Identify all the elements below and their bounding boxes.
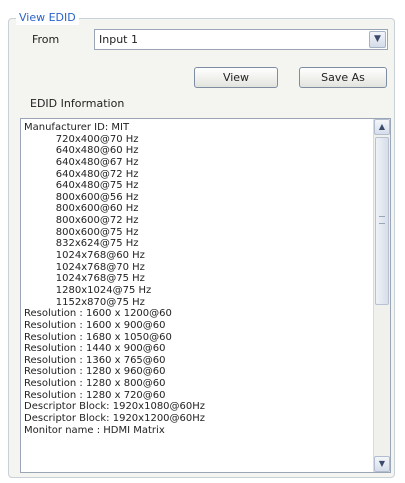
- edid-line: Resolution : 1600 x 1200@60: [24, 308, 172, 320]
- vertical-scrollbar[interactable]: ▲ ▼: [373, 119, 390, 472]
- edid-line: 1280x1024@75 Hz: [24, 284, 152, 296]
- edid-line: 800x600@60 Hz: [24, 203, 139, 215]
- save-as-button[interactable]: Save As: [299, 67, 387, 88]
- edid-line: 640x480@60 Hz: [24, 145, 139, 157]
- view-edid-window: { "group_title": "View EDID", "from": { …: [0, 0, 405, 483]
- edid-line: 640x480@75 Hz: [24, 180, 139, 192]
- grip-icon: [379, 216, 385, 224]
- edid-line: Resolution : 1280 x 720@60: [24, 389, 166, 401]
- chevron-down-icon[interactable]: ▼: [374, 456, 390, 472]
- edid-line: 1024x768@60 Hz: [24, 250, 145, 262]
- edid-line: 720x400@70 Hz: [24, 133, 139, 145]
- from-select[interactable]: Input 1 ▼: [94, 29, 388, 50]
- edid-line: Manufacturer ID: MIT: [24, 122, 130, 133]
- edid-line: Resolution : 1600 x 900@60: [24, 319, 166, 331]
- scrollbar-thumb[interactable]: [375, 137, 389, 305]
- edid-line: Resolution : 1280 x 960@60: [24, 366, 166, 378]
- edid-line: Monitor name : HDMI Matrix: [24, 424, 165, 436]
- edid-information-label: EDID Information: [30, 97, 125, 110]
- edid-line: 1024x768@75 Hz: [24, 273, 145, 285]
- edid-line: 640x480@72 Hz: [24, 168, 139, 180]
- edid-line: Resolution : 1440 x 900@60: [24, 343, 166, 355]
- edid-text-content: Manufacturer ID: MIT 720x400@70 Hz 640x4…: [24, 122, 372, 436]
- edid-line: Resolution : 1680 x 1050@60: [24, 331, 172, 343]
- edid-line: Resolution : 1280 x 800@60: [24, 378, 166, 390]
- view-button[interactable]: View: [194, 67, 278, 88]
- edid-line: 800x600@56 Hz: [24, 191, 139, 203]
- edid-line: Descriptor Block: 1920x1200@60Hz: [24, 413, 206, 425]
- chevron-up-icon[interactable]: ▲: [374, 119, 390, 135]
- edid-line: 640x480@67 Hz: [24, 156, 139, 168]
- edid-line: 800x600@75 Hz: [24, 226, 139, 238]
- edid-line: 800x600@72 Hz: [24, 215, 139, 227]
- from-label: From: [32, 33, 60, 46]
- edid-line: Descriptor Block: 1920x1080@60Hz: [24, 401, 206, 413]
- edid-information-textbox[interactable]: Manufacturer ID: MIT 720x400@70 Hz 640x4…: [20, 118, 391, 473]
- edid-line: Resolution : 1360 x 765@60: [24, 354, 166, 366]
- edid-line: 1024x768@70 Hz: [24, 261, 145, 273]
- from-select-value: Input 1: [99, 33, 138, 46]
- group-title: View EDID: [16, 11, 79, 25]
- edid-line: 1152x870@75 Hz: [24, 296, 145, 308]
- edid-line: 832x624@75 Hz: [24, 238, 139, 250]
- chevron-down-icon[interactable]: ▼: [369, 31, 386, 48]
